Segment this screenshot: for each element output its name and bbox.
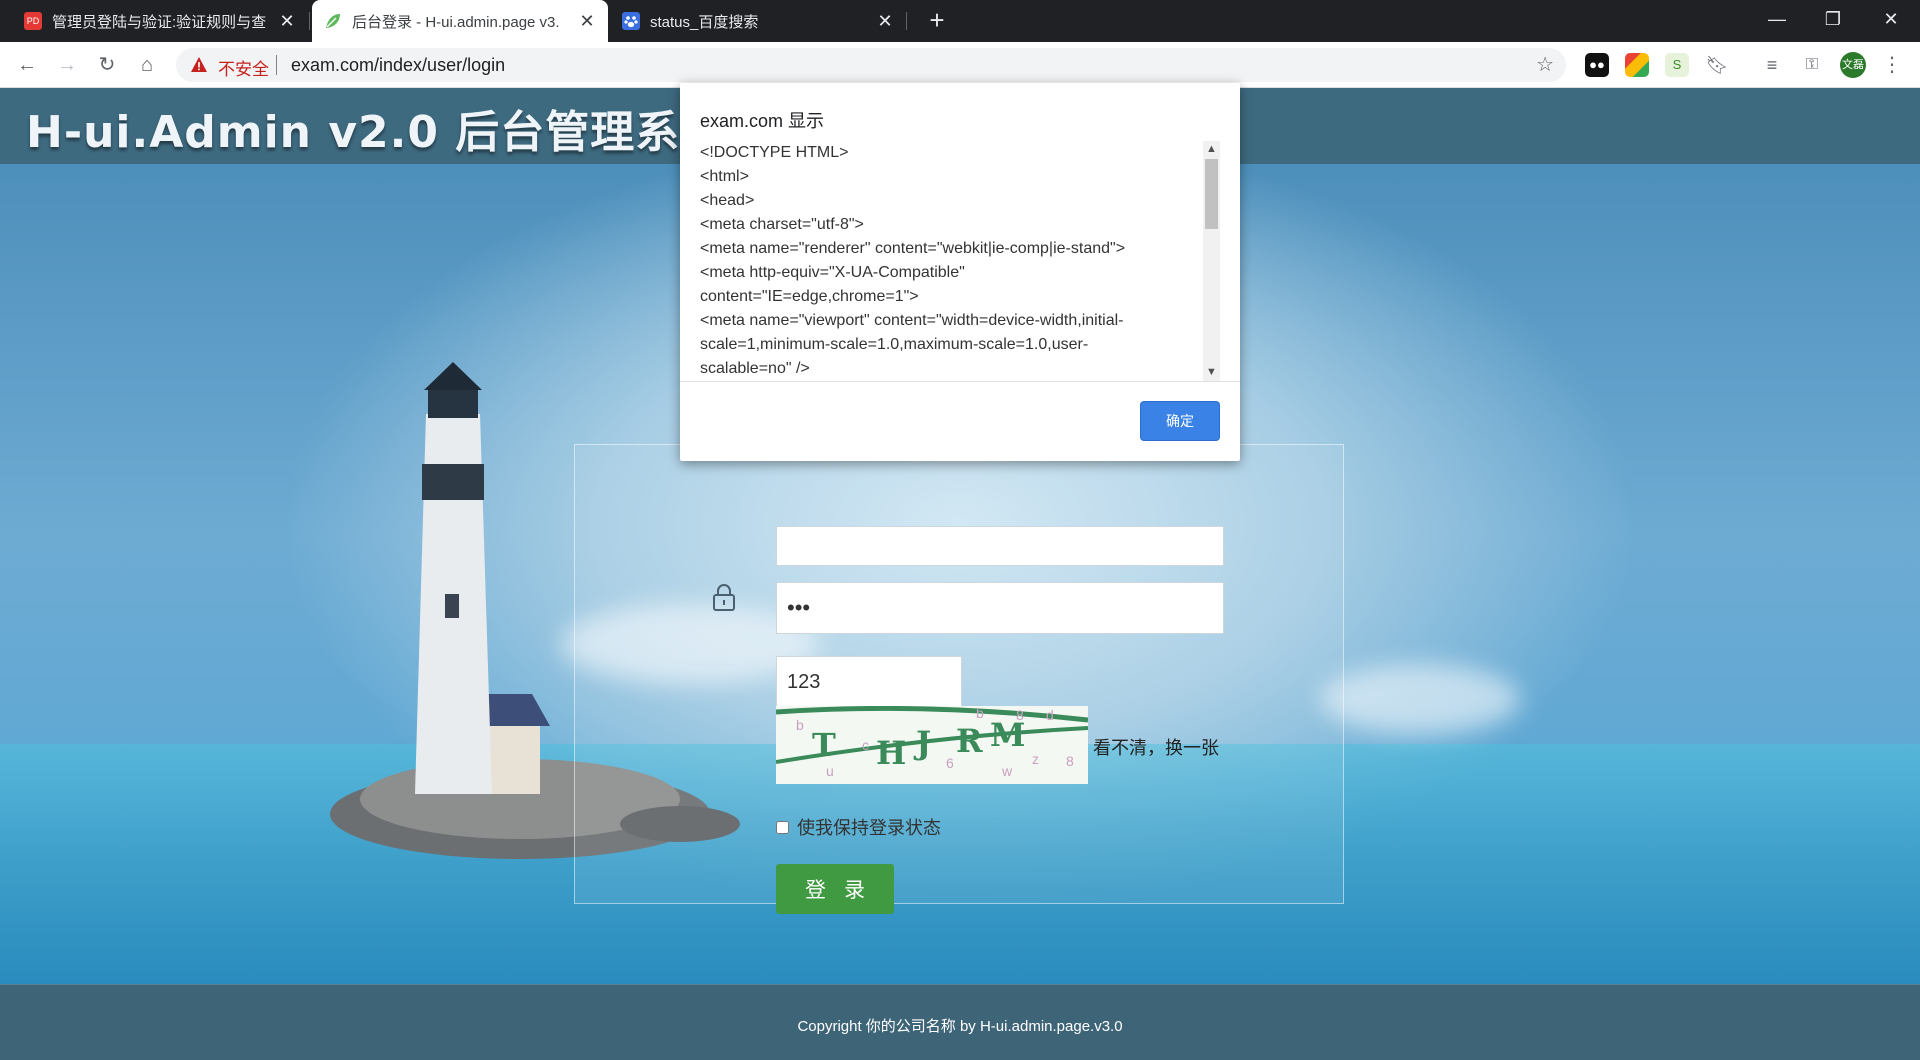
alert-dialog: exam.com 显示 <!DOCTYPE HTML> <html> <head… xyxy=(680,83,1240,461)
scroll-up-icon[interactable]: ▲ xyxy=(1203,141,1220,158)
tab-close-icon[interactable]: ✕ xyxy=(876,11,894,32)
dialog-message[interactable]: <!DOCTYPE HTML> <html> <head> <meta char… xyxy=(700,141,1220,381)
browser-toolbar: ← → ↻ ⌂ 不安全 exam.com/index/user/login ☆ … xyxy=(0,42,1920,88)
tab-title: 后台登录 - H-ui.admin.page v3. xyxy=(352,11,572,32)
home-button[interactable]: ⌂ xyxy=(132,50,162,80)
back-button[interactable]: ← xyxy=(12,50,42,80)
sheet-extension-icon[interactable]: S xyxy=(1665,53,1689,77)
remember-checkbox-input[interactable] xyxy=(776,821,789,834)
remember-label: 使我保持登录状态 xyxy=(797,814,941,840)
remember-me-checkbox[interactable]: 使我保持登录状态 xyxy=(776,814,941,840)
dialog-divider xyxy=(680,381,1240,382)
cloud-illustration xyxy=(1320,664,1520,734)
tab-close-icon[interactable]: ✕ xyxy=(278,11,296,32)
svg-text:b: b xyxy=(976,706,984,721)
menu-kebab-icon[interactable]: ⋮ xyxy=(1880,53,1904,77)
dialog-title: exam.com 显示 xyxy=(700,107,824,133)
scroll-down-icon[interactable]: ▼ xyxy=(1203,364,1220,381)
ok-button[interactable]: 确定 xyxy=(1140,401,1220,441)
dialog-scrollbar[interactable]: ▲ ▼ xyxy=(1203,141,1220,381)
captcha-char: M xyxy=(990,716,1025,754)
tampermonkey-extension-icon[interactable]: ●● xyxy=(1585,53,1609,77)
lock-icon xyxy=(711,584,737,612)
svg-text:c: c xyxy=(862,737,869,753)
tab-divider xyxy=(906,12,907,30)
tab-title: status_百度搜索 xyxy=(650,11,870,32)
captcha-input[interactable]: 123 xyxy=(776,656,962,708)
scroll-thumb[interactable] xyxy=(1205,159,1218,229)
captcha-char: T xyxy=(812,726,836,764)
tab-admin-login-doc[interactable]: PD 管理员登陆与验证:验证规则与查 ✕ xyxy=(12,0,308,42)
browser-tab-strip: PD 管理员登陆与验证:验证规则与查 ✕ 后台登录 - H-ui.admin.p… xyxy=(0,0,1920,42)
url-divider xyxy=(276,55,277,75)
tab-backend-login[interactable]: 后台登录 - H-ui.admin.page v3. ✕ xyxy=(312,0,608,42)
tab-divider xyxy=(309,12,310,30)
copyright-text: Copyright 你的公司名称 by H-ui.admin.page.v3.0 xyxy=(0,1015,1920,1036)
baidu-paw-icon xyxy=(622,12,640,30)
dialog-message-line: <head> xyxy=(700,189,1220,213)
dialog-message-line: scalable=no" /> xyxy=(700,357,1220,381)
leaf-favicon-icon xyxy=(324,12,342,30)
svg-text:w: w xyxy=(1001,763,1013,779)
svg-text:b: b xyxy=(796,717,804,733)
dialog-message-line: <html> xyxy=(700,165,1220,189)
profile-avatar[interactable]: 文磊 xyxy=(1840,52,1866,78)
bookmark-icon[interactable]: 🔖︎ xyxy=(1705,53,1729,77)
dialog-message-line: <meta charset="utf-8"> xyxy=(700,213,1220,237)
dialog-message-line: <meta name="viewport" content="width=dev… xyxy=(700,309,1220,333)
svg-text:z: z xyxy=(1032,751,1039,767)
dialog-message-line: scale=1,minimum-scale=1.0,maximum-scale=… xyxy=(700,333,1220,357)
dialog-message-line: content="IE=edge,chrome=1"> xyxy=(700,285,1220,309)
captcha-char: R xyxy=(956,722,983,760)
address-bar[interactable]: 不安全 exam.com/index/user/login ☆ xyxy=(176,48,1566,82)
username-field[interactable] xyxy=(776,526,1224,566)
url-text[interactable]: exam.com/index/user/login xyxy=(291,55,505,76)
security-status-label[interactable]: 不安全 xyxy=(218,55,269,80)
captcha-char: J xyxy=(913,724,931,762)
svg-text:d: d xyxy=(1046,707,1054,723)
password-field[interactable]: ••• xyxy=(776,582,1224,634)
key-icon[interactable]: ⚿ xyxy=(1800,53,1824,77)
reload-button[interactable]: ↻ xyxy=(92,50,122,80)
svg-text:6: 6 xyxy=(946,755,954,771)
minimize-button[interactable]: — xyxy=(1750,0,1804,40)
captcha-image[interactable]: b c b 8 d u 6 w z 8 T H J R M xyxy=(776,706,1088,784)
svg-text:8: 8 xyxy=(1066,753,1074,769)
tab-title: 管理员登陆与验证:验证规则与查 xyxy=(52,11,272,32)
bookmark-star-icon[interactable]: ☆ xyxy=(1536,52,1554,77)
dialog-message-line: <meta name="renderer" content="webkit|ie… xyxy=(700,237,1220,261)
login-button[interactable]: 登录 xyxy=(776,864,894,914)
color-extension-icon[interactable] xyxy=(1625,53,1649,77)
warning-triangle-icon[interactable] xyxy=(190,56,208,74)
pdf-favicon-icon: PD xyxy=(24,12,42,30)
restore-button[interactable]: ❐ xyxy=(1806,0,1860,40)
new-tab-button[interactable]: + xyxy=(922,6,952,36)
dialog-message-line: <meta http-equiv="X-UA-Compatible" xyxy=(700,261,1220,285)
tab-baidu-search[interactable]: status_百度搜索 ✕ xyxy=(610,0,906,42)
reading-list-icon[interactable]: ≡ xyxy=(1760,53,1784,77)
page-footer: Copyright 你的公司名称 by H-ui.admin.page.v3.0 xyxy=(0,984,1920,1060)
svg-text:u: u xyxy=(826,763,834,779)
captcha-char: H xyxy=(876,734,906,772)
forward-button[interactable]: → xyxy=(52,50,82,80)
site-title: H-ui.Admin v2.0 后台管理系统 xyxy=(26,96,725,160)
dialog-message-line: <!DOCTYPE HTML> xyxy=(700,141,1220,165)
close-window-button[interactable]: ✕ xyxy=(1864,0,1918,40)
tab-close-icon[interactable]: ✕ xyxy=(578,11,596,32)
captcha-refresh-link[interactable]: 看不清，换一张 xyxy=(1093,734,1219,760)
